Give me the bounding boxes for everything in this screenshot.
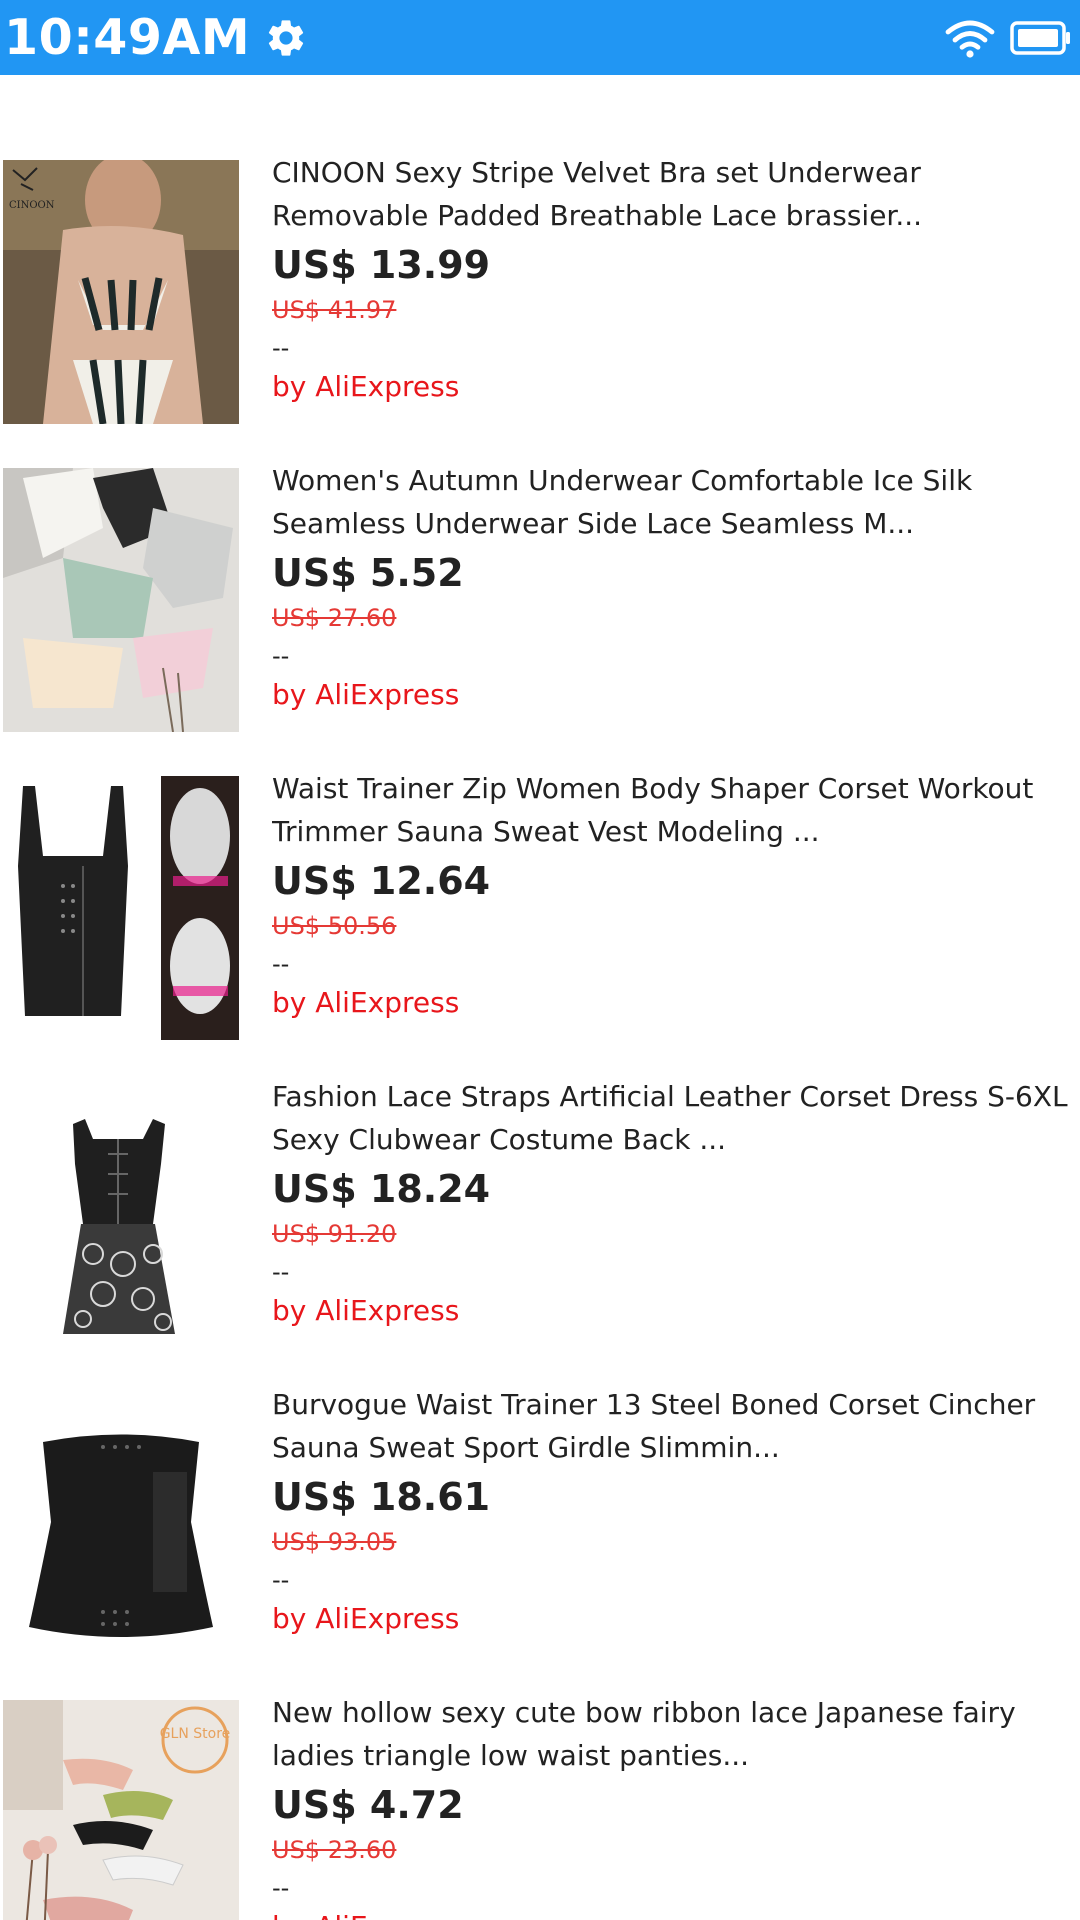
status-right — [944, 18, 1076, 58]
product-item[interactable]: Women's Autumn Underwear Comfortable Ice… — [0, 464, 1080, 776]
product-info: Fashion Lace Straps Artificial Leather C… — [272, 1075, 1068, 1329]
product-image[interactable] — [3, 468, 239, 732]
product-original-price: US$ 93.05 — [272, 1528, 397, 1556]
battery-icon — [1010, 20, 1072, 56]
status-time: 10:49AM — [4, 9, 251, 66]
status-bar: 10:49AM — [0, 0, 1080, 75]
product-original-price: US$ 91.20 — [272, 1220, 397, 1248]
product-original-price: US$ 50.56 — [272, 912, 397, 940]
product-extra: -- — [272, 642, 290, 670]
product-info: Burvogue Waist Trainer 13 Steel Boned Co… — [272, 1383, 1068, 1637]
product-seller[interactable]: by AliExpress — [272, 1601, 1068, 1637]
product-item[interactable]: Waist Trainer Zip Women Body Shaper Cors… — [0, 772, 1080, 1084]
product-title[interactable]: Waist Trainer Zip Women Body Shaper Cors… — [272, 767, 1068, 853]
product-price: US$ 5.52 — [272, 551, 464, 595]
product-title[interactable]: CINOON Sexy Stripe Velvet Bra set Underw… — [272, 151, 1068, 237]
product-seller[interactable]: by AliExpress — [272, 1909, 1068, 1920]
product-extra: -- — [272, 1566, 290, 1594]
gear-icon — [264, 16, 308, 60]
product-seller[interactable]: by AliExpress — [272, 369, 1068, 405]
product-title[interactable]: New hollow sexy cute bow ribbon lace Jap… — [272, 1691, 1068, 1777]
brand-watermark: CINOON — [9, 200, 55, 211]
product-original-price: US$ 41.97 — [272, 296, 397, 324]
product-info: Women's Autumn Underwear Comfortable Ice… — [272, 459, 1068, 713]
product-item[interactable]: Fashion Lace Straps Artificial Leather C… — [0, 1080, 1080, 1392]
product-title[interactable]: Women's Autumn Underwear Comfortable Ice… — [272, 459, 1068, 545]
wifi-icon — [944, 18, 996, 58]
product-price: US$ 13.99 — [272, 243, 491, 287]
product-info: New hollow sexy cute bow ribbon lace Jap… — [272, 1691, 1068, 1920]
product-price: US$ 18.61 — [272, 1475, 491, 1519]
product-info: Waist Trainer Zip Women Body Shaper Cors… — [272, 767, 1068, 1021]
product-price: US$ 12.64 — [272, 859, 491, 903]
status-left: 10:49AM — [4, 9, 308, 66]
product-extra: -- — [272, 1874, 290, 1902]
product-original-price: US$ 27.60 — [272, 604, 397, 632]
product-extra: -- — [272, 1258, 290, 1286]
product-image[interactable]: GLN Store — [3, 1700, 239, 1920]
product-image[interactable] — [3, 1392, 239, 1656]
product-extra: -- — [272, 334, 290, 362]
product-item[interactable]: CINOON CINOON Sexy Stripe Velvet Bra set… — [0, 156, 1080, 468]
product-price: US$ 18.24 — [272, 1167, 491, 1211]
product-extra: -- — [272, 950, 290, 978]
product-seller[interactable]: by AliExpress — [272, 677, 1068, 713]
product-seller[interactable]: by AliExpress — [272, 985, 1068, 1021]
product-title[interactable]: Burvogue Waist Trainer 13 Steel Boned Co… — [272, 1383, 1068, 1469]
product-item[interactable]: GLN Store New hollow sexy cute bow ribbo… — [0, 1696, 1080, 1920]
product-original-price: US$ 23.60 — [272, 1836, 397, 1864]
product-image[interactable]: CINOON — [3, 160, 239, 424]
product-image[interactable] — [3, 776, 239, 1040]
product-price: US$ 4.72 — [272, 1783, 464, 1827]
product-image[interactable] — [3, 1084, 239, 1348]
store-watermark: GLN Store — [160, 1726, 231, 1742]
product-item[interactable]: Burvogue Waist Trainer 13 Steel Boned Co… — [0, 1388, 1080, 1700]
product-info: CINOON Sexy Stripe Velvet Bra set Underw… — [272, 151, 1068, 405]
product-seller[interactable]: by AliExpress — [272, 1293, 1068, 1329]
product-title[interactable]: Fashion Lace Straps Artificial Leather C… — [272, 1075, 1068, 1161]
